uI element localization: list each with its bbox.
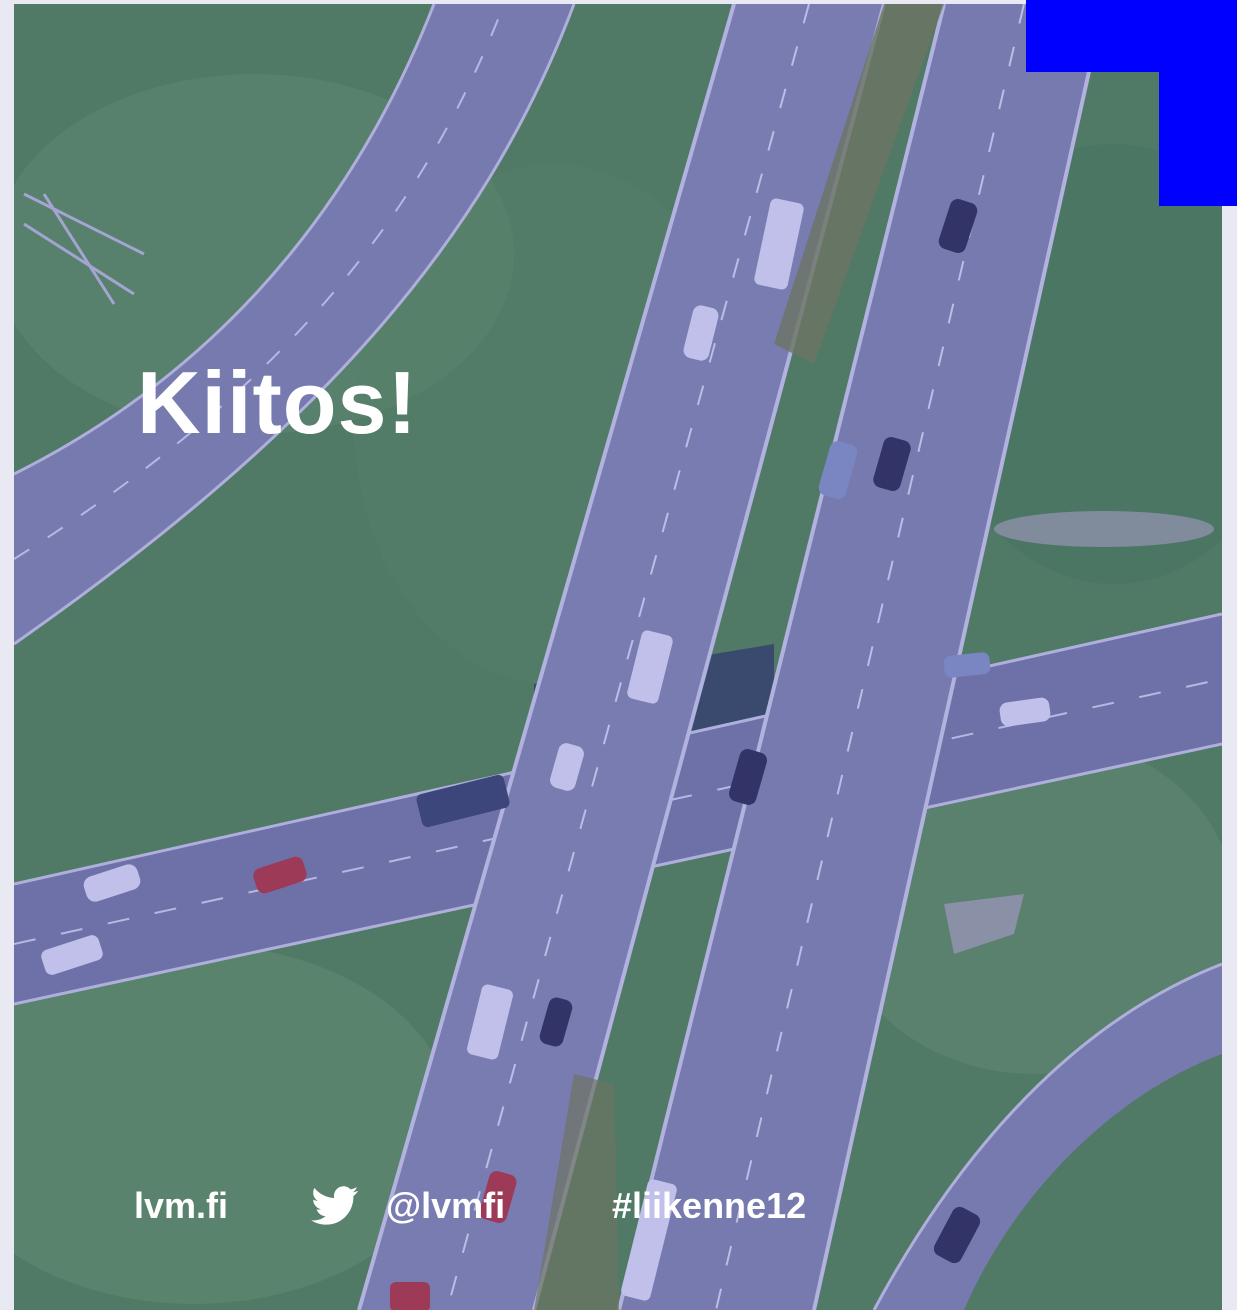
slide-canvas	[14, 4, 1222, 1310]
hashtag-text: #liikenne12	[612, 1185, 807, 1226]
blue-overlay	[14, 4, 1222, 1310]
slide-title: Kiitos!	[137, 353, 418, 452]
corner-accent-side	[1159, 72, 1237, 206]
website-link[interactable]: lvm.fi	[134, 1185, 228, 1227]
twitter-handle-link[interactable]: @lvmfi	[386, 1185, 505, 1227]
corner-accent-top	[1026, 0, 1237, 72]
twitter-bird-icon	[311, 1186, 359, 1225]
